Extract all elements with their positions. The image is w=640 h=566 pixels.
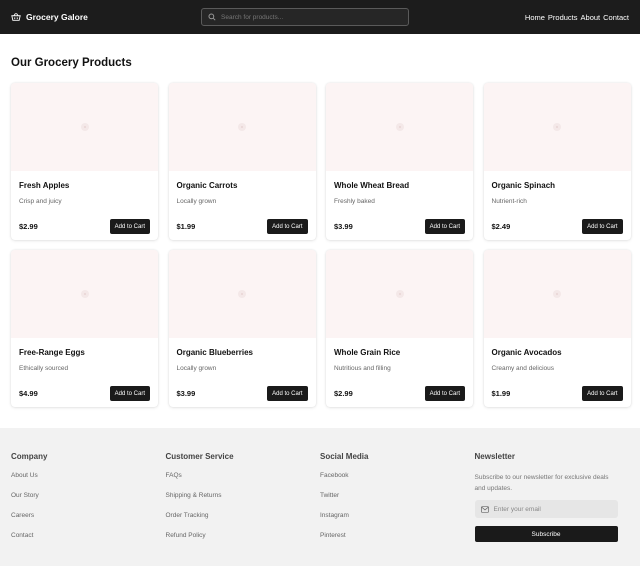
mail-icon <box>480 505 489 513</box>
image-placeholder-icon <box>238 123 246 131</box>
newsletter-text: Subscribe to our newsletter for exclusiv… <box>474 474 609 492</box>
product-name: Organic Carrots <box>176 181 238 190</box>
main-content: Our Grocery Products Fresh Apples Crisp … <box>0 57 640 407</box>
product-price: $4.99 <box>19 389 38 398</box>
image-placeholder-icon <box>238 290 246 298</box>
search-icon <box>208 13 216 21</box>
product-card: Fresh Apples Crisp and juicy $2.99 Add t… <box>11 83 158 240</box>
brand-name: Grocery Galore <box>26 12 88 22</box>
product-price: $2.49 <box>491 222 511 231</box>
product-description: Crisp and juicy <box>19 198 62 205</box>
footer-link-order-tracking[interactable]: Order Tracking <box>166 512 209 519</box>
footer-heading: Social Media <box>320 452 369 461</box>
footer-heading: Customer Service <box>165 452 234 461</box>
add-to-cart-button[interactable]: Add to Cart <box>267 386 308 401</box>
product-card: Whole Wheat Bread Freshly baked $3.99 Ad… <box>326 83 473 240</box>
footer-link-our-story[interactable]: Our Story <box>11 492 39 499</box>
footer-heading: Newsletter <box>474 452 515 461</box>
product-name: Whole Wheat Bread <box>334 181 410 190</box>
product-card: Organic Blueberries Locally grown $3.99 … <box>168 250 316 407</box>
page-title: Our Grocery Products <box>11 57 132 69</box>
product-image <box>168 83 316 171</box>
footer-link-contact[interactable]: Contact <box>11 532 33 539</box>
image-placeholder-icon <box>80 290 89 298</box>
site-footer: Company About Us Our Story Careers Conta… <box>0 428 640 566</box>
product-description: Nutrient-rich <box>491 198 527 205</box>
nav-products[interactable]: Products <box>548 13 578 22</box>
product-image <box>483 83 631 171</box>
product-description: Nutritious and filling <box>334 365 391 372</box>
product-name: Free-Range Eggs <box>19 348 85 357</box>
product-card: Organic Avocados Creamy and delicious $1… <box>483 250 631 407</box>
search-input[interactable] <box>221 13 401 21</box>
image-placeholder-icon <box>553 123 561 131</box>
site-header: Grocery Galore Home Products About Conta… <box>0 0 640 34</box>
product-description: Creamy and delicious <box>491 365 555 372</box>
product-card: Whole Grain Rice Nutritious and filling … <box>326 250 473 407</box>
image-placeholder-icon <box>80 123 89 131</box>
nav-about[interactable]: About <box>581 13 601 22</box>
image-placeholder-icon <box>395 123 404 131</box>
add-to-cart-button[interactable]: Add to Cart <box>267 219 308 234</box>
product-card: Organic Spinach Nutrient-rich $2.49 Add … <box>483 83 631 240</box>
add-to-cart-button[interactable]: Add to Cart <box>109 386 150 401</box>
product-description: Locally grown <box>176 198 217 205</box>
product-image <box>483 250 631 338</box>
footer-company: Company About Us Our Story Careers Conta… <box>11 428 166 552</box>
product-name: Organic Blueberries <box>176 348 253 357</box>
footer-customer-service: Customer Service FAQs Shipping & Returns… <box>166 428 321 552</box>
subscribe-button[interactable]: Subscribe <box>474 526 618 542</box>
product-description: Ethically sourced <box>19 365 69 372</box>
footer-link-careers[interactable]: Careers <box>11 512 34 519</box>
product-card: Organic Carrots Locally grown $1.99 Add … <box>168 83 316 240</box>
add-to-cart-button[interactable]: Add to Cart <box>582 219 623 234</box>
footer-newsletter: Newsletter Subscribe to our newsletter f… <box>474 428 630 552</box>
product-image <box>11 83 158 171</box>
footer-social-media: Social Media Facebook Twitter Instagram … <box>320 428 475 552</box>
main-nav: Home Products About Contact <box>525 0 629 34</box>
footer-link-shipping-returns[interactable]: Shipping & Returns <box>166 492 222 499</box>
product-image <box>326 250 473 338</box>
product-name: Organic Spinach <box>491 181 556 190</box>
product-image <box>326 83 473 171</box>
nav-home[interactable]: Home <box>525 13 545 22</box>
image-placeholder-icon <box>553 290 561 298</box>
image-placeholder-icon <box>395 290 404 298</box>
basket-icon <box>11 12 21 21</box>
product-price: $1.99 <box>491 389 511 398</box>
footer-link-pinterest[interactable]: Pinterest <box>320 532 346 539</box>
add-to-cart-button[interactable]: Add to Cart <box>109 219 150 234</box>
product-name: Whole Grain Rice <box>334 348 401 357</box>
footer-link-refund-policy[interactable]: Refund Policy <box>166 532 206 539</box>
brand[interactable]: Grocery Galore <box>11 12 88 22</box>
product-price: $2.99 <box>19 222 38 231</box>
product-name: Fresh Apples <box>19 181 70 190</box>
add-to-cart-button[interactable]: Add to Cart <box>424 219 465 234</box>
product-description: Locally grown <box>176 365 217 372</box>
email-field[interactable] <box>474 500 618 518</box>
footer-link-twitter[interactable]: Twitter <box>320 492 339 499</box>
email-input[interactable] <box>493 505 609 513</box>
footer-link-instagram[interactable]: Instagram <box>320 512 349 519</box>
product-grid: Fresh Apples Crisp and juicy $2.99 Add t… <box>11 83 631 407</box>
footer-link-faqs[interactable]: FAQs <box>166 472 182 479</box>
product-image <box>11 250 158 338</box>
product-card: Free-Range Eggs Ethically sourced $4.99 … <box>11 250 158 407</box>
product-description: Freshly baked <box>334 198 375 205</box>
footer-link-facebook[interactable]: Facebook <box>320 472 349 479</box>
search-box[interactable] <box>201 8 409 26</box>
nav-contact[interactable]: Contact <box>603 13 629 22</box>
product-image <box>168 250 316 338</box>
product-price: $1.99 <box>176 222 196 231</box>
add-to-cart-button[interactable]: Add to Cart <box>582 386 623 401</box>
footer-heading: Company <box>11 452 48 461</box>
product-price: $3.99 <box>334 222 353 231</box>
add-to-cart-button[interactable]: Add to Cart <box>424 386 465 401</box>
product-price: $3.99 <box>176 389 196 398</box>
product-name: Organic Avocados <box>491 348 562 357</box>
product-price: $2.99 <box>334 389 353 398</box>
footer-link-about-us[interactable]: About Us <box>11 472 38 479</box>
